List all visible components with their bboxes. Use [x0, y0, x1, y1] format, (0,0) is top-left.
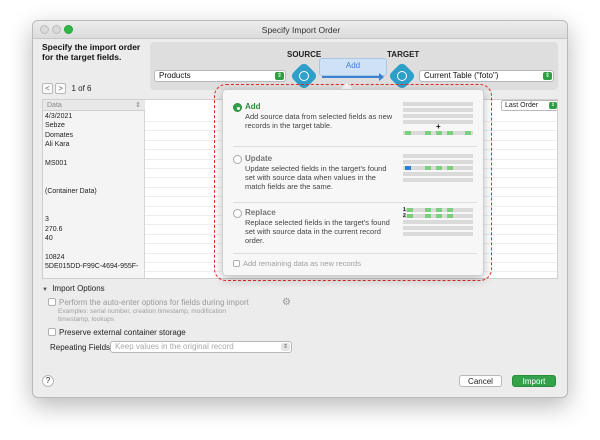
- preserve-storage-label: Preserve external container storage: [59, 328, 186, 337]
- record-navigator: < > 1 of 6: [42, 83, 91, 94]
- source-column-header[interactable]: Data ⇕: [43, 100, 145, 111]
- source-cell: Sebze: [45, 122, 65, 130]
- import-options-header: Import Options: [52, 284, 105, 293]
- separator: [233, 146, 477, 147]
- update-title: Update: [245, 154, 273, 163]
- auto-enter-checkbox[interactable]: [48, 298, 56, 306]
- source-cell: Ali Kara: [45, 141, 70, 149]
- repeating-fields-select[interactable]: Keep values in the original record ⇕: [110, 341, 292, 353]
- replace-title: Replace: [245, 208, 276, 217]
- add-diagram: +: [403, 102, 473, 138]
- target-table-value: Current Table ("foto"): [424, 71, 499, 80]
- preserve-storage-checkbox-row[interactable]: Preserve external container storage: [48, 328, 186, 337]
- add-title: Add: [245, 102, 261, 111]
- chevron-updown-icon: ⇕: [543, 72, 552, 80]
- record-count: 1 of 6: [71, 84, 92, 93]
- title-bar: Specify Import Order: [33, 21, 567, 39]
- chevron-updown-icon: ⇕: [275, 72, 284, 80]
- source-cell: 5DE015DD-F99C-4694-955F-: [45, 263, 139, 271]
- plus-icon: +: [436, 122, 441, 131]
- source-cell: 3: [45, 216, 49, 224]
- option-replace[interactable]: Replace Replace selected fields in the t…: [233, 207, 477, 252]
- separator: [233, 253, 477, 254]
- chevron-updown-icon: ⇕: [281, 343, 290, 351]
- import-action-button[interactable]: Add: [319, 58, 387, 76]
- disclosure-triangle-icon: ▼: [42, 287, 48, 293]
- auto-enter-label: Perform the auto-enter options for field…: [59, 298, 249, 307]
- preserve-storage-checkbox[interactable]: [48, 328, 56, 336]
- update-radio[interactable]: [233, 155, 242, 164]
- help-button[interactable]: ?: [42, 375, 54, 387]
- target-label: TARGET: [387, 50, 420, 59]
- repeating-fields-value: Keep values in the original record: [115, 342, 234, 351]
- add-remaining-row[interactable]: Add remaining data as new records: [233, 259, 361, 268]
- source-cell: 10824: [45, 254, 65, 261]
- next-record-button[interactable]: >: [55, 83, 67, 94]
- source-label: SOURCE: [287, 50, 322, 59]
- mapping-arrow-icon: [322, 73, 384, 81]
- source-cell: 40: [45, 235, 53, 243]
- source-cell: 270.6: [45, 225, 63, 233]
- source-table-value: Products: [159, 71, 191, 80]
- option-update[interactable]: Update Update selected fields in the tar…: [233, 154, 477, 198]
- import-button[interactable]: Import: [512, 375, 556, 387]
- add-remaining-checkbox[interactable]: [233, 260, 240, 267]
- window-title: Specify Import Order: [261, 25, 341, 35]
- previous-record-button[interactable]: <: [42, 83, 53, 94]
- chevron-updown-icon: ⇕: [549, 102, 557, 109]
- target-sort-select[interactable]: Last Order ⇕: [501, 100, 557, 111]
- source-column-header-label: Data: [47, 102, 62, 109]
- replace-diagram: 1 2: [403, 207, 473, 244]
- target-sort-value: Last Order: [505, 102, 539, 109]
- source-table-select[interactable]: Products ⇕: [154, 70, 286, 82]
- source-cell: MS001: [45, 160, 68, 167]
- add-description: Add source data from selected fields as …: [245, 112, 393, 130]
- update-diagram: [403, 154, 473, 190]
- add-radio[interactable]: [233, 103, 242, 112]
- page-heading: Specify the import order for the target …: [42, 42, 141, 62]
- replace-radio[interactable]: [233, 209, 242, 218]
- import-options-disclosure[interactable]: ▼ Import Options: [42, 284, 105, 293]
- repeating-fields-label: Repeating Fields:: [50, 343, 113, 352]
- gear-icon[interactable]: ⚙: [282, 298, 292, 308]
- row-number-2: 2: [403, 213, 406, 219]
- auto-enter-examples: Examples: serial number, creation timest…: [58, 308, 226, 323]
- import-action-popover: Add Add source data from selected fields…: [222, 89, 484, 276]
- separator: [233, 202, 477, 203]
- source-cell: Domates: [45, 131, 74, 139]
- replace-description: Replace selected fields in the target's …: [245, 218, 390, 245]
- option-add[interactable]: Add Add source data from selected fields…: [233, 102, 477, 142]
- add-remaining-label: Add remaining data as new records: [243, 259, 361, 268]
- update-description: Update selected fields in the target's f…: [245, 164, 387, 191]
- source-cell: (Container Data): [45, 188, 97, 196]
- target-table-select[interactable]: Current Table ("foto") ⇕: [419, 70, 554, 82]
- source-cell: 4/3/2021: [45, 113, 73, 120]
- auto-enter-checkbox-row[interactable]: Perform the auto-enter options for field…: [48, 298, 249, 307]
- cancel-button[interactable]: Cancel: [459, 375, 502, 387]
- chevron-updown-icon: ⇕: [135, 102, 141, 109]
